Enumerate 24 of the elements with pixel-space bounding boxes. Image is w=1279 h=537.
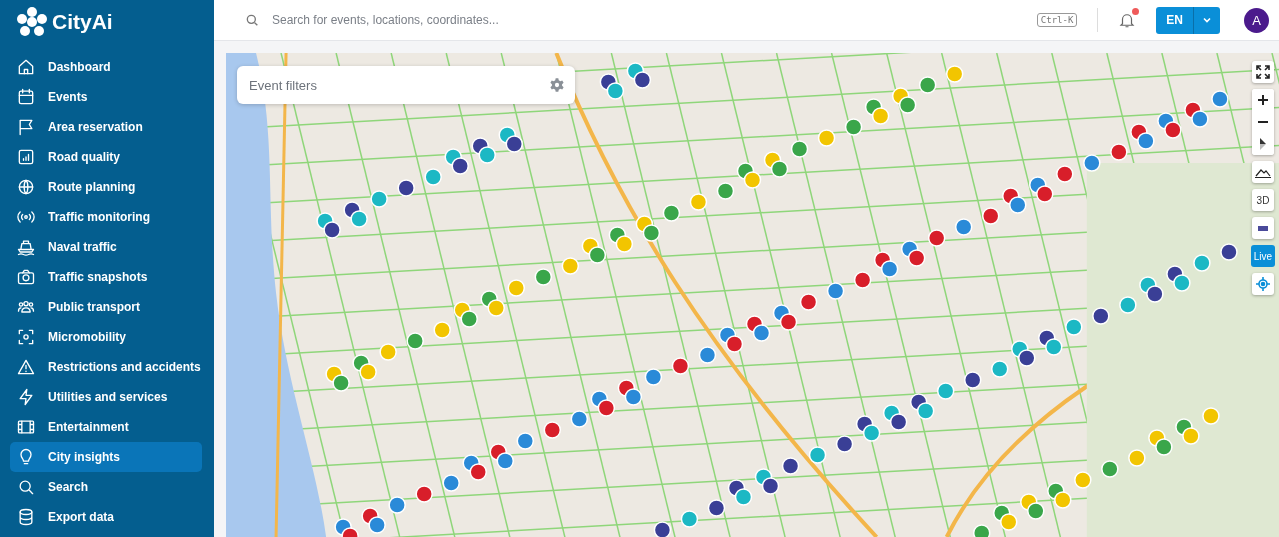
sidebar-item[interactable]: Public transport [10,292,202,322]
event-filters-field[interactable]: Event filters [247,76,549,94]
sidebar-item[interactable]: City insights [10,442,202,472]
sidebar-item[interactable]: Events [10,82,202,112]
sidebar-item[interactable]: Traffic snapshots [10,262,202,292]
sidebar-item[interactable]: Traffic monitoring [10,202,202,232]
sidebar-item[interactable]: Area reservation [10,112,202,142]
sidebar-item[interactable]: Utilities and services [10,382,202,412]
sidebar-item[interactable]: Route planning [10,172,202,202]
user-avatar[interactable]: A [1244,7,1269,33]
brand-name: CityAi [52,10,113,34]
event-filters-bar[interactable]: Event filters [237,66,575,104]
live-button[interactable]: Live [1251,245,1275,267]
shortcut-hint: Ctrl-K [1036,13,1078,27]
sidebar-item[interactable]: Search [10,472,202,502]
sidebar-item[interactable]: Naval traffic [10,232,202,262]
sidebar-item[interactable]: Entertainment [10,412,202,442]
sidebar-item[interactable]: Micromobility [10,322,202,352]
sidebar-item[interactable]: Dashboard [10,52,202,82]
three-d-button[interactable]: 3D [1252,189,1274,211]
sidebar-item[interactable]: Export data [10,502,202,532]
sidebar-item[interactable]: Restrictions and accidents [10,352,202,382]
search-field[interactable]: Search for events, locations, coordinates... [270,12,1027,28]
sidebar-item[interactable]: Road quality [10,142,202,172]
